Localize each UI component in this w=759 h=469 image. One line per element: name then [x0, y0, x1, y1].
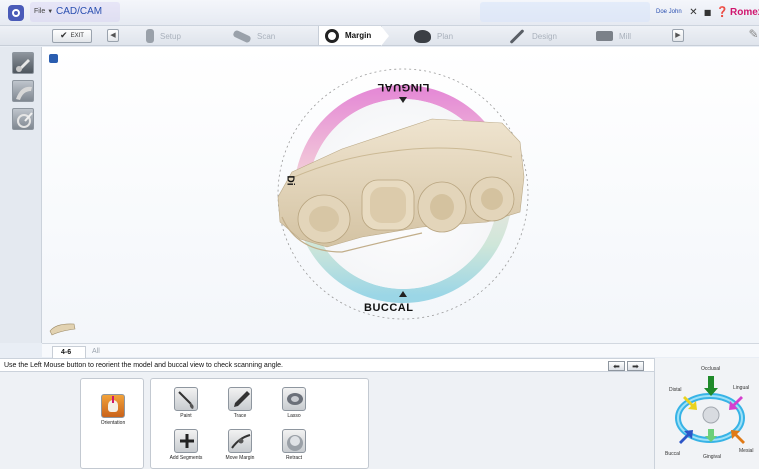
- file-menu-label[interactable]: File: [34, 8, 45, 15]
- title-highlight-right: [480, 2, 650, 22]
- step-plan[interactable]: Plan: [414, 26, 453, 46]
- lasso-icon: [282, 387, 306, 411]
- orientation-widget: Occlusal Distal Lingual Buccal Gingival …: [654, 358, 759, 469]
- mill-icon: [596, 31, 613, 41]
- step-scan[interactable]: Scan: [232, 26, 276, 46]
- title-bar: File▼ CAD/CAM Doe John ✕ ■ ❓ Romexis: [0, 0, 759, 26]
- setup-icon: [146, 29, 154, 43]
- add-segments-tool[interactable]: Add Segments: [163, 429, 209, 461]
- lasso-tool[interactable]: Lasso: [271, 387, 317, 419]
- tab-4-6[interactable]: 4-6: [52, 346, 86, 358]
- status-bar: Use the Left Mouse button to reorient th…: [0, 358, 654, 372]
- file-menu[interactable]: File ▼: [34, 8, 53, 15]
- app-logo-icon: [8, 5, 24, 21]
- redo-button[interactable]: ➡: [627, 361, 644, 371]
- workflow-bar: ✔ EXIT ◀ Setup Scan Margin Plan Design M…: [0, 26, 759, 46]
- step-scan-label: Scan: [257, 31, 276, 41]
- orientation-label: Orientation: [100, 420, 126, 426]
- cad-cam-window: File▼ CAD/CAM Doe John ✕ ■ ❓ Romexis ✔ E…: [0, 0, 759, 469]
- step-plan-label: Plan: [437, 31, 454, 41]
- compass-tooth-icon: [702, 406, 720, 424]
- extra-tool-icon[interactable]: ✎: [748, 28, 759, 40]
- lasso-label: Lasso: [287, 413, 301, 419]
- chevron-down-icon: ▼: [47, 9, 54, 15]
- close-icon[interactable]: ✕: [688, 7, 699, 18]
- scanner-icon: [232, 29, 252, 43]
- orientation-tool[interactable]: Orientation: [90, 394, 136, 426]
- view-tool-clip-button[interactable]: [12, 108, 34, 130]
- paint-brush-icon: [174, 387, 198, 411]
- pen-icon: [509, 28, 525, 44]
- tooth-tabs: 4-6 All: [42, 343, 759, 358]
- paint-tool[interactable]: Paint: [163, 387, 209, 419]
- step-design-label: Design: [532, 31, 557, 41]
- check-icon: ✔: [60, 31, 68, 41]
- retract-icon: [282, 429, 306, 453]
- trace-pen-icon: [228, 387, 252, 411]
- help-icon[interactable]: ❓: [716, 7, 728, 18]
- tool-panel: Orientation Paint Trace Lasso Add Segmen…: [0, 372, 654, 469]
- mesial-arrow-icon[interactable]: [731, 430, 745, 444]
- previous-step-button[interactable]: ◀: [107, 29, 119, 42]
- step-margin-label: Margin: [345, 31, 372, 40]
- brush-icon: [16, 59, 30, 72]
- margin-icon: [325, 28, 339, 43]
- tooth-plan-icon: [414, 29, 431, 43]
- brand-logo: Romexis: [730, 7, 759, 18]
- clip-icon: [17, 112, 33, 128]
- step-margin[interactable]: Margin: [318, 26, 390, 46]
- left-toolbar: [0, 47, 42, 343]
- next-step-button[interactable]: ▶: [672, 29, 684, 42]
- move-margin-label: Move Margin: [225, 455, 255, 461]
- orientation-tool-icon: [101, 394, 125, 418]
- move-margin-icon: [228, 429, 252, 453]
- step-setup-label: Setup: [160, 31, 181, 41]
- orientation-group: Orientation: [80, 378, 144, 469]
- step-mill[interactable]: Mill: [596, 26, 631, 46]
- add-segments-label: Add Segments: [169, 455, 203, 461]
- view-tool-jaw-button[interactable]: [12, 80, 34, 102]
- occlusal-arrow-icon[interactable]: [704, 376, 718, 396]
- step-design[interactable]: Design: [508, 26, 557, 46]
- exit-button[interactable]: ✔ EXIT: [52, 29, 92, 43]
- status-message: Use the Left Mouse button to reorient th…: [4, 362, 284, 369]
- paint-label: Paint: [180, 413, 192, 419]
- exit-label: EXIT: [70, 33, 84, 39]
- 3d-viewport[interactable]: LINGUAL BUCCAL Di: [42, 47, 759, 343]
- margin-tools-group: Paint Trace Lasso Add Segments Move Marg…: [150, 378, 369, 469]
- retract-tool[interactable]: Retract: [271, 429, 317, 461]
- tab-all[interactable]: All: [92, 346, 100, 358]
- buccal-label: BUCCAL: [364, 302, 414, 314]
- jaw-icon: [16, 86, 32, 100]
- app-title: CAD/CAM: [56, 6, 103, 17]
- trace-tool[interactable]: Trace: [217, 387, 263, 419]
- view-tool-brush-button[interactable]: [12, 52, 34, 74]
- trace-label: Trace: [233, 413, 247, 419]
- distal-label: Di: [284, 175, 296, 186]
- orientation-compass[interactable]: [655, 358, 759, 469]
- user-name[interactable]: Doe John: [656, 9, 682, 15]
- undo-button[interactable]: ⬅: [608, 361, 625, 371]
- step-mill-label: Mill: [619, 31, 631, 41]
- add-plus-icon: [174, 429, 198, 453]
- lingual-label: LINGUAL: [377, 81, 430, 93]
- step-setup[interactable]: Setup: [146, 26, 181, 46]
- retract-label: Retract: [285, 455, 303, 461]
- move-margin-tool[interactable]: Move Margin: [217, 429, 263, 461]
- model-thumbnail-icon[interactable]: [49, 323, 76, 336]
- screen-icon[interactable]: ■: [702, 7, 713, 18]
